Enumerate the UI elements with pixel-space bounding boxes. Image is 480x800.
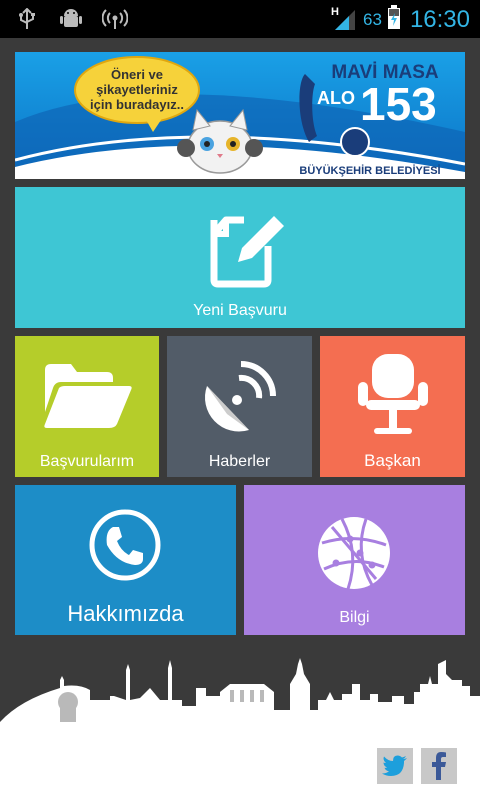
signal-icon: H — [331, 4, 357, 35]
usb-icon — [14, 7, 40, 31]
satellite-dish-icon — [204, 361, 276, 432]
android-debug-icon — [58, 7, 84, 31]
twitter-icon — [382, 755, 407, 776]
new-application-label: Yeni Başvuru — [193, 302, 287, 319]
office-chair-icon — [358, 354, 428, 434]
twitter-button[interactable] — [377, 748, 413, 784]
edit-document-icon — [210, 216, 284, 288]
banner-bubble-line2: şikayetleriniz — [96, 82, 178, 97]
about-tile[interactable]: Hakkımızda — [15, 485, 236, 635]
banner-bubble-line3: için buradayız.. — [90, 97, 184, 112]
battery-icon — [387, 5, 400, 34]
mavi-masa-banner[interactable]: Öneri ve şikayetleriniz için buradayız..… — [15, 52, 465, 179]
status-bar: H 63 16:30 — [0, 0, 480, 38]
banner-alo: ALO — [317, 88, 355, 108]
clock: 16:30 — [409, 5, 470, 33]
wifi-hotspot-icon — [102, 7, 128, 31]
battery-percent: 63 — [363, 9, 382, 29]
info-tile[interactable]: Bilgi — [244, 485, 465, 635]
banner-bubble-line1: Öneri ve — [111, 67, 163, 82]
mayor-tile[interactable]: Başkan — [320, 336, 465, 477]
banner-org: BÜYÜKŞEHİR BELEDİYESİ — [299, 164, 440, 177]
svg-text:H: H — [331, 6, 339, 18]
info-label: Bilgi — [339, 609, 370, 626]
news-label: Haberler — [208, 453, 271, 470]
my-applications-tile[interactable]: Başvurularım — [15, 336, 159, 477]
news-tile[interactable]: Haberler — [167, 336, 312, 477]
about-label: Hakkımızda — [67, 601, 184, 626]
facebook-button[interactable] — [421, 748, 457, 784]
new-application-tile[interactable]: Yeni Başvuru — [15, 187, 465, 328]
banner-number: 153 — [360, 78, 437, 130]
facebook-icon — [432, 752, 446, 780]
folder-open-icon — [44, 364, 132, 428]
my-applications-label: Başvurularım — [39, 453, 135, 470]
phone-icon — [89, 509, 161, 581]
mayor-label: Başkan — [364, 451, 421, 470]
globe-network-icon — [318, 517, 390, 590]
